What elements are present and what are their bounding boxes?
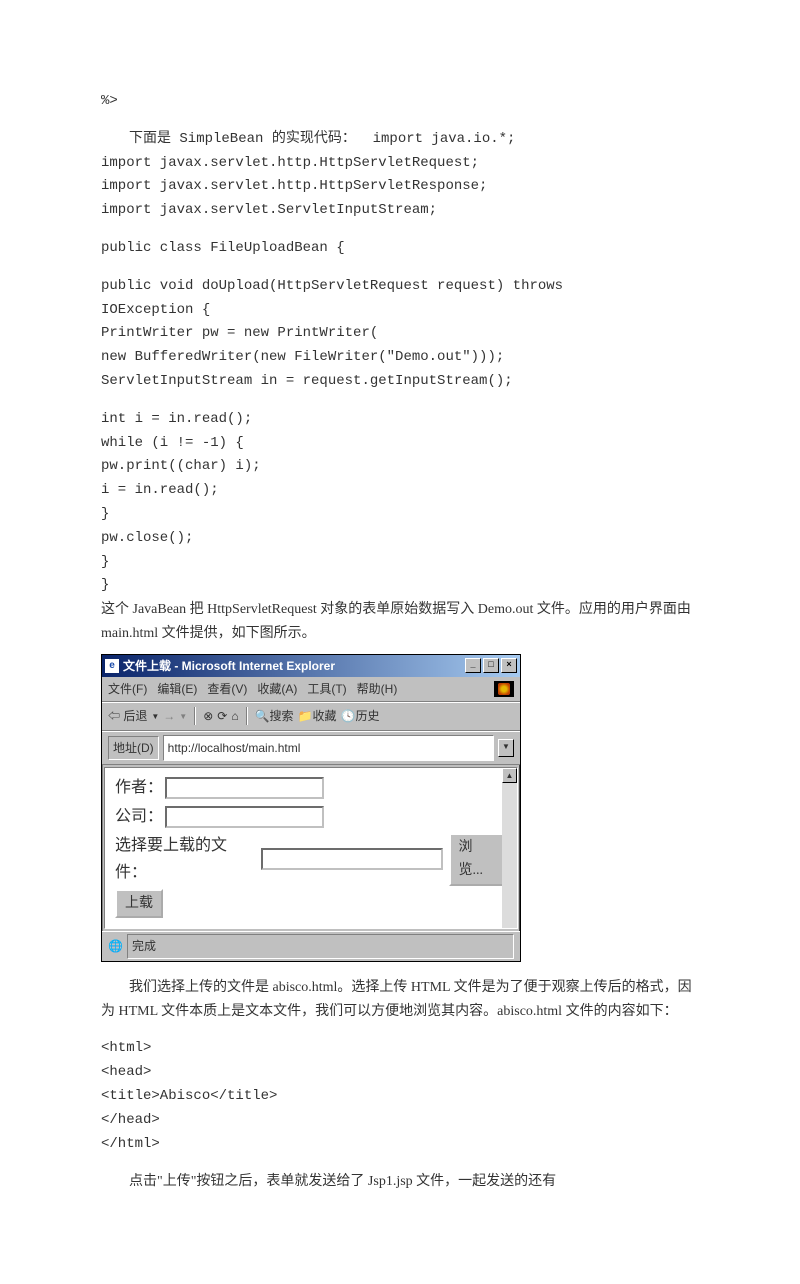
code-intro: 下面是 SimpleBean 的实现代码： import java.io.*; <box>101 128 699 152</box>
paragraph-3: 点击"上传"按钮之后，表单就发送给了 Jsp1.jsp 文件，一起发送的还有 <box>101 1170 699 1194</box>
forward-button[interactable]: → <box>163 706 175 726</box>
menu-favorites[interactable]: 收藏(A) <box>257 679 297 699</box>
scrollbar[interactable]: ▲ <box>502 768 517 929</box>
stop-icon[interactable]: ⊗ <box>203 706 213 726</box>
code-line: <title>Abisco</title> <box>101 1085 699 1109</box>
code-line: </head> <box>101 1109 699 1133</box>
maximize-button[interactable]: □ <box>483 658 499 673</box>
code-line: <head> <box>101 1061 699 1085</box>
code-line: pw.close(); <box>101 527 699 551</box>
code-line: pw.print((char) i); <box>101 455 699 479</box>
code-line: import javax.servlet.http.HttpServletReq… <box>101 152 699 176</box>
code-line: public void doUpload(HttpServletRequest … <box>101 275 699 299</box>
address-input[interactable]: http://localhost/main.html <box>163 735 494 761</box>
scroll-up-icon[interactable]: ▲ <box>502 768 517 783</box>
browse-button[interactable]: 浏览... <box>449 833 507 887</box>
company-input[interactable] <box>165 806 324 828</box>
addressbar: 地址(D) http://localhost/main.html ▼ <box>102 731 520 765</box>
close-button[interactable]: × <box>501 658 517 673</box>
minimize-button[interactable]: _ <box>465 658 481 673</box>
statusbar: 🌐 完成 <box>102 931 520 960</box>
upload-button[interactable]: 上载 <box>115 889 163 919</box>
author-input[interactable] <box>165 777 324 799</box>
favorites-button[interactable]: 📁收藏 <box>298 706 337 726</box>
code-line: while (i != -1) { <box>101 432 699 456</box>
throbber-icon <box>494 681 514 697</box>
company-label: 公司： <box>115 803 163 830</box>
code-line: import javax.servlet.http.HttpServletRes… <box>101 175 699 199</box>
home-icon[interactable]: ⌂ <box>231 706 238 726</box>
back-dropdown-icon[interactable]: ▼ <box>151 710 159 724</box>
select-file-label: 选择要上载的文件： <box>115 832 259 886</box>
code-line: import javax.servlet.ServletInputStream; <box>101 199 699 223</box>
code-line: ServletInputStream in = request.getInput… <box>101 370 699 394</box>
author-label: 作者： <box>115 774 163 801</box>
ie-status-icon: 🌐 <box>108 936 123 956</box>
refresh-icon[interactable]: ⟳ <box>217 706 227 726</box>
code-line: <html> <box>101 1037 699 1061</box>
file-input[interactable] <box>261 848 443 870</box>
search-button[interactable]: 🔍搜索 <box>255 706 294 726</box>
paragraph-1: 这个 JavaBean 把 HttpServletRequest 对象的表单原始… <box>101 598 699 646</box>
code-line: public class FileUploadBean { <box>101 237 699 261</box>
forward-dropdown-icon[interactable]: ▼ <box>179 710 187 724</box>
toolbar: ⇦ 后退 ▼ → ▼ ⊗ ⟳ ⌂ 🔍搜索 📁收藏 🕓历史 <box>102 702 520 730</box>
menu-edit[interactable]: 编辑(E) <box>157 679 197 699</box>
history-button[interactable]: 🕓历史 <box>341 706 380 726</box>
code-line: } <box>101 503 699 527</box>
code-line: %> <box>101 90 699 114</box>
code-line: new BufferedWriter(new FileWriter("Demo.… <box>101 346 699 370</box>
address-label: 地址(D) <box>108 736 159 760</box>
window-title: 文件上载 - Microsoft Internet Explorer <box>123 656 463 676</box>
code-line: int i = in.read(); <box>101 408 699 432</box>
menu-file[interactable]: 文件(F) <box>108 679 147 699</box>
titlebar: e 文件上载 - Microsoft Internet Explorer _ □… <box>102 655 520 677</box>
code-line: PrintWriter pw = new PrintWriter( <box>101 322 699 346</box>
code-line: IOException { <box>101 299 699 323</box>
back-button[interactable]: ⇦ 后退 <box>108 706 147 726</box>
menu-view[interactable]: 查看(V) <box>207 679 247 699</box>
ie-window: e 文件上载 - Microsoft Internet Explorer _ □… <box>101 654 521 962</box>
menubar: 文件(F) 编辑(E) 查看(V) 收藏(A) 工具(T) 帮助(H) <box>102 677 520 702</box>
ie-icon: e <box>105 659 119 673</box>
code-line: i = in.read(); <box>101 479 699 503</box>
menu-help[interactable]: 帮助(H) <box>357 679 398 699</box>
code-line: </html> <box>101 1133 699 1157</box>
code-line: } <box>101 574 699 598</box>
address-dropdown-icon[interactable]: ▼ <box>498 739 514 757</box>
status-text: 完成 <box>127 934 514 958</box>
paragraph-2: 我们选择上传的文件是 abisco.html。选择上传 HTML 文件是为了便于… <box>101 976 699 1024</box>
page-content: ▲ 作者： 公司： 选择要上载的文件： 浏览... 上载 <box>104 767 518 930</box>
menu-tools[interactable]: 工具(T) <box>307 679 346 699</box>
code-line: } <box>101 551 699 575</box>
